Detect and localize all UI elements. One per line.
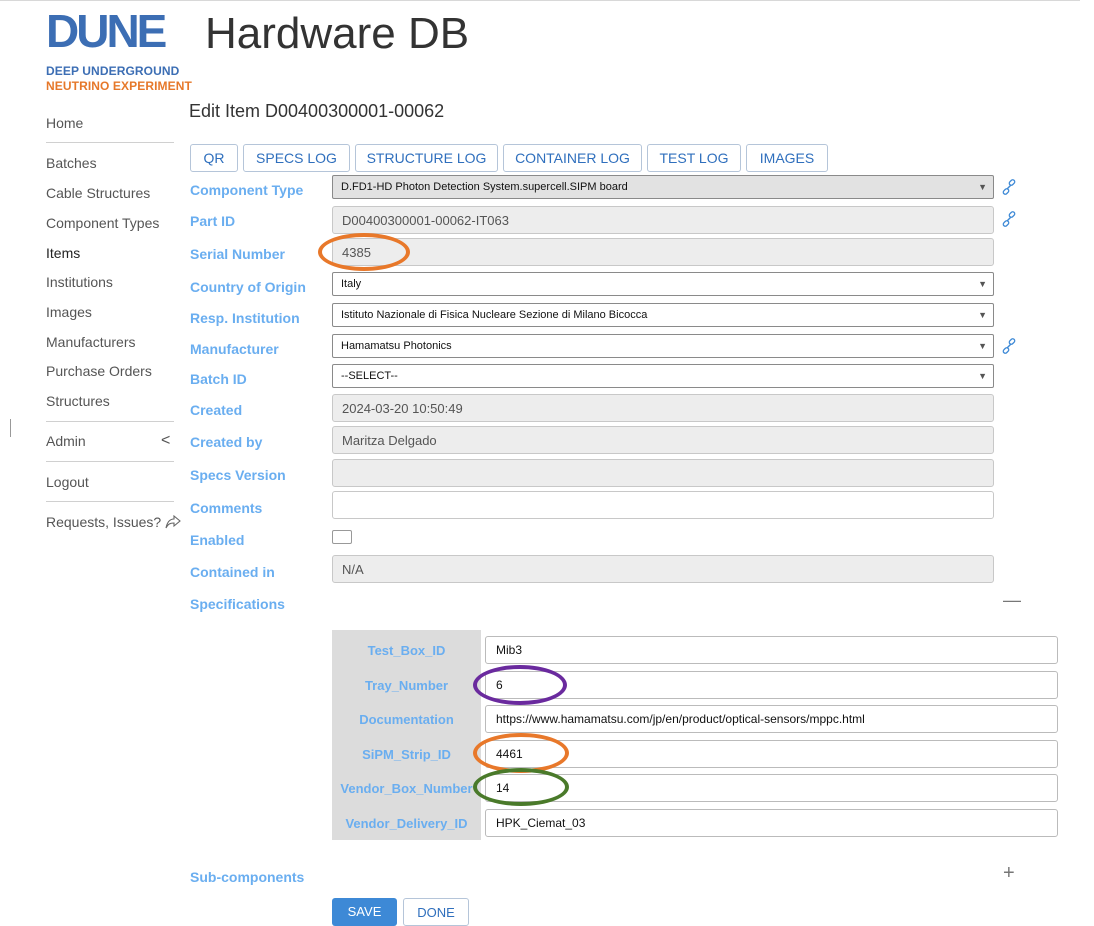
logo-mark: DUNE	[46, 5, 167, 57]
spec-value-input[interactable]: Mib3	[485, 636, 1058, 664]
sidebar-item-images[interactable]: Images	[46, 304, 92, 320]
sidebar-divider	[46, 421, 174, 422]
created-by-field: Maritza Delgado	[332, 426, 994, 454]
specs-version-field	[332, 459, 994, 487]
enabled-label: Enabled	[190, 532, 245, 548]
serial-number-field[interactable]: 4385	[332, 238, 994, 266]
spec-value-input[interactable]: 14	[485, 774, 1058, 802]
select-value: Italy	[341, 278, 362, 290]
link-icon[interactable]	[1001, 211, 1017, 227]
app-title: Hardware DB	[205, 9, 470, 58]
dune-logo[interactable]: DUNE DEEP UNDERGROUND NEUTRINO EXPERIMEN…	[46, 6, 196, 96]
caret-down-icon: ▼	[978, 341, 987, 351]
select-value: D.FD1-HD Photon Detection System.superce…	[341, 181, 628, 193]
logo-line2: NEUTRINO EXPERIMENT	[46, 79, 192, 93]
tab-structure-log[interactable]: STRUCTURE LOG	[355, 144, 498, 172]
specifications-key-column: Test_Box_ID Tray_Number Documentation Si…	[332, 630, 481, 840]
spec-value-input[interactable]: 6	[485, 671, 1058, 699]
spec-value-input[interactable]: 4461	[485, 740, 1058, 768]
spec-key: Vendor_Box_Number	[340, 781, 473, 796]
link-icon[interactable]	[1001, 179, 1017, 195]
page-title: Edit Item D00400300001-00062	[189, 101, 445, 121]
part-id-label: Part ID	[190, 213, 236, 229]
spec-key: Vendor_Delivery_ID	[345, 816, 468, 831]
specifications-label: Specifications	[190, 596, 285, 612]
tab-images[interactable]: IMAGES	[746, 144, 828, 172]
chevron-left-icon: <	[161, 432, 171, 449]
contained-in-field: N/A	[332, 555, 994, 583]
sidebar-item-label: Admin	[46, 433, 86, 449]
spec-value-input[interactable]: HPK_Ciemat_03	[485, 809, 1058, 837]
batch-id-label: Batch ID	[190, 371, 247, 387]
sidebar-divider	[46, 461, 174, 462]
tab-container-log[interactable]: CONTAINER LOG	[503, 144, 642, 172]
sidebar-item-institutions[interactable]: Institutions	[46, 274, 113, 290]
sidebar-item-structures[interactable]: Structures	[46, 393, 110, 409]
expand-subcomponents-button[interactable]: +	[1003, 862, 1015, 885]
resp-institution-select[interactable]: Istituto Nazionale di Fisica Nucleare Se…	[332, 303, 994, 327]
select-value: Istituto Nazionale di Fisica Nucleare Se…	[341, 309, 648, 321]
spec-key: Test_Box_ID	[367, 643, 446, 658]
done-button[interactable]: DONE	[403, 898, 469, 926]
sidebar-item-cable-structures[interactable]: Cable Structures	[46, 185, 150, 201]
contained-in-label: Contained in	[190, 564, 275, 580]
share-icon	[165, 514, 181, 529]
caret-down-icon: ▼	[978, 310, 987, 320]
comments-input[interactable]	[332, 491, 994, 519]
sidebar-item-batches[interactable]: Batches	[46, 155, 97, 171]
tab-qr[interactable]: QR	[190, 144, 238, 172]
sidebar-item-component-types[interactable]: Component Types	[46, 215, 159, 231]
select-value: --SELECT--	[341, 370, 398, 382]
resp-institution-label: Resp. Institution	[190, 310, 300, 326]
batch-id-select[interactable]: --SELECT-- ▼	[332, 364, 994, 388]
specs-version-label: Specs Version	[190, 467, 286, 483]
spec-key: Documentation	[359, 712, 454, 727]
sidebar-item-label: Requests, Issues?	[46, 514, 162, 530]
caret-down-icon: ▼	[978, 182, 987, 192]
logo-line1: DEEP UNDERGROUND	[46, 64, 180, 78]
select-value: Hamamatsu Photonics	[341, 340, 452, 352]
sidebar-item-purchase-orders[interactable]: Purchase Orders	[46, 363, 152, 379]
collapse-specifications-button[interactable]: —	[1003, 590, 1021, 611]
part-id-field[interactable]: D00400300001-00062-IT063	[332, 206, 994, 234]
spec-value-input[interactable]: https://www.hamamatsu.com/jp/en/product/…	[485, 705, 1058, 733]
created-by-label: Created by	[190, 434, 263, 450]
enabled-checkbox[interactable]	[332, 530, 352, 544]
country-of-origin-label: Country of Origin	[190, 279, 306, 295]
manufacturer-select[interactable]: Hamamatsu Photonics ▼	[332, 334, 994, 358]
sidebar-item-logout[interactable]: Logout	[46, 474, 89, 490]
sidebar-item-admin[interactable]: Admin <	[46, 432, 174, 449]
save-button[interactable]: SAVE	[332, 898, 397, 926]
country-of-origin-select[interactable]: Italy ▼	[332, 272, 994, 296]
spec-key: Tray_Number	[364, 678, 449, 693]
comments-label: Comments	[190, 500, 263, 516]
manufacturer-label: Manufacturer	[190, 341, 279, 357]
created-label: Created	[190, 402, 243, 418]
tab-specs-log[interactable]: SPECS LOG	[243, 144, 350, 172]
caret-down-icon: ▼	[978, 279, 987, 289]
sidebar-divider	[46, 142, 174, 143]
top-divider	[0, 0, 1080, 1]
text-cursor	[10, 419, 11, 437]
spec-key: SiPM_Strip_ID	[362, 747, 451, 762]
created-field: 2024-03-20 10:50:49	[332, 394, 994, 422]
component-type-select[interactable]: D.FD1-HD Photon Detection System.superce…	[332, 175, 994, 199]
sidebar-item-requests[interactable]: Requests, Issues?	[46, 514, 181, 530]
caret-down-icon: ▼	[978, 371, 987, 381]
serial-number-label: Serial Number	[190, 246, 285, 262]
tab-test-log[interactable]: TEST LOG	[647, 144, 741, 172]
component-type-label: Component Type	[190, 182, 304, 198]
sidebar-divider	[46, 501, 174, 502]
sidebar-item-items[interactable]: Items	[46, 245, 80, 261]
link-icon[interactable]	[1001, 338, 1017, 354]
sidebar-item-manufacturers[interactable]: Manufacturers	[46, 334, 135, 350]
subcomponents-label: Sub-components	[190, 869, 305, 885]
sidebar-item-home[interactable]: Home	[46, 115, 83, 131]
